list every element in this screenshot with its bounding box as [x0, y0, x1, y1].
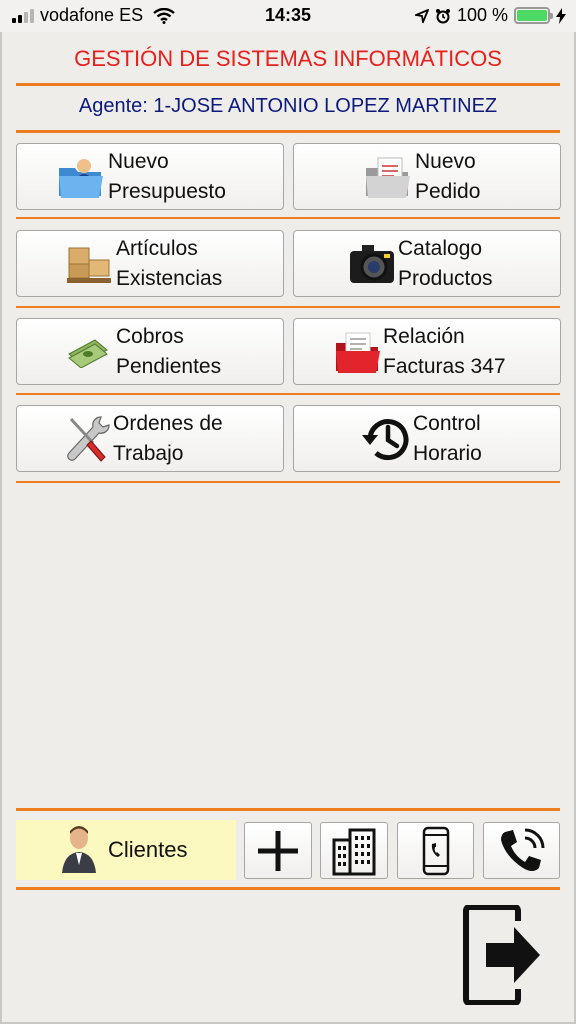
- separator: [16, 393, 560, 395]
- app-title: GESTIÓN DE SISTEMAS INFORMÁTICOS: [74, 46, 502, 71]
- agent-label: Agente: 1-JOSE ANTONIO LOPEZ MARTINEZ: [78, 95, 498, 117]
- catalogo-productos-label: Catalogo Productos: [398, 236, 493, 290]
- charging-icon: [556, 7, 566, 24]
- exit-icon: [463, 904, 540, 1006]
- alarm-icon: [435, 8, 450, 23]
- separator: [16, 481, 560, 483]
- nuevo-pedido-label: Nuevo Pedido: [415, 149, 481, 203]
- nuevo-presupuesto-button[interactable]: Nuevo Presupuesto: [16, 143, 284, 210]
- articulos-existencias-label: Artículos Existencias: [116, 236, 223, 290]
- camera-icon: [350, 244, 394, 283]
- mobile-call-button[interactable]: [397, 822, 474, 879]
- separator: [16, 217, 560, 219]
- boxes-icon: [67, 247, 111, 283]
- battery-icon: [514, 7, 553, 24]
- building-icon: [332, 828, 376, 875]
- wrench-screwdriver-icon: [67, 415, 110, 462]
- battery-percent: 100 %: [456, 5, 508, 25]
- separator: [16, 808, 560, 811]
- relacion-facturas-button[interactable]: Relación Facturas 347: [293, 318, 561, 385]
- history-clock-icon: [362, 418, 409, 460]
- companies-button[interactable]: [320, 822, 388, 879]
- red-folder-icon: [336, 332, 380, 373]
- cobros-pendientes-button[interactable]: Cobros Pendientes: [16, 318, 284, 385]
- control-horario-label: Control Horario: [413, 411, 482, 465]
- articulos-existencias-button[interactable]: Artículos Existencias: [16, 230, 284, 297]
- add-button[interactable]: [244, 822, 312, 879]
- phone-call-button[interactable]: [483, 822, 560, 879]
- catalogo-productos-button[interactable]: Catalogo Productos: [293, 230, 561, 297]
- separator: [16, 83, 560, 86]
- logout-button[interactable]: [462, 904, 542, 1006]
- separator: [16, 130, 560, 133]
- user-icon: [62, 826, 96, 873]
- ordenes-trabajo-label: Ordenes de Trabajo: [113, 411, 223, 465]
- folder-user-icon: [59, 158, 103, 198]
- phone-icon: [500, 828, 544, 871]
- location-icon: [414, 8, 429, 23]
- folder-document-icon: [366, 157, 410, 198]
- separator: [16, 887, 560, 890]
- separator: [16, 306, 560, 308]
- control-horario-button[interactable]: Control Horario: [293, 405, 561, 472]
- plus-icon: [258, 830, 298, 871]
- ordenes-trabajo-button[interactable]: Ordenes de Trabajo: [16, 405, 284, 472]
- cobros-pendientes-label: Cobros Pendientes: [116, 324, 222, 378]
- status-bar: vodafone ES 14:35 100 %: [0, 0, 576, 32]
- nuevo-presupuesto-label: Nuevo Presupuesto: [108, 149, 226, 203]
- clientes-button[interactable]: Clientes: [16, 820, 236, 880]
- money-icon: [68, 338, 108, 368]
- mobile-phone-icon: [422, 826, 449, 875]
- clientes-label: Clientes: [108, 837, 188, 862]
- relacion-facturas-label: Relación Facturas 347: [383, 324, 506, 378]
- nuevo-pedido-button[interactable]: Nuevo Pedido: [293, 143, 561, 210]
